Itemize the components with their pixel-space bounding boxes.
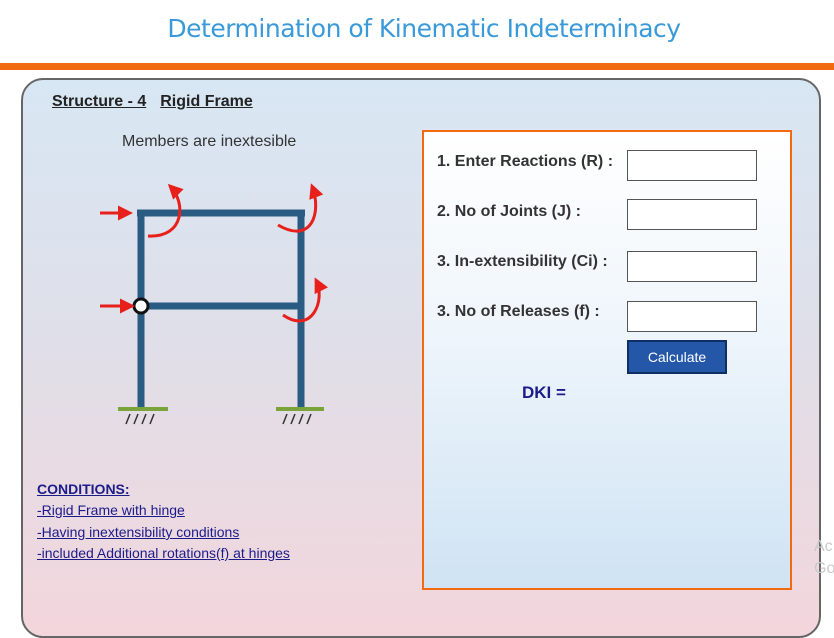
dki-result: DKI = xyxy=(522,383,566,402)
watermark-line: Ac xyxy=(814,538,833,555)
page-title: Determination of Kinematic Indeterminacy xyxy=(167,14,681,43)
inextensibility-label: 3. In-extensibility (Ci) : xyxy=(437,253,608,270)
rotation-arrow-icon xyxy=(147,183,329,323)
releases-label: 3. No of Releases (f) : xyxy=(437,303,600,320)
structure-heading: Structure - 4 Rigid Frame xyxy=(52,93,253,111)
left-support-icon xyxy=(118,407,168,425)
reactions-input[interactable] xyxy=(627,150,757,181)
inextensibility-input[interactable] xyxy=(627,251,757,282)
condition-item[interactable]: -included Additional rotations(f) at hin… xyxy=(37,545,290,561)
header-divider xyxy=(0,63,834,70)
horizontal-arrow-icon xyxy=(100,205,135,314)
joints-label: 2. No of Joints (J) : xyxy=(437,203,581,220)
right-support-icon xyxy=(276,407,324,425)
reactions-label: 1. Enter Reactions (R) : xyxy=(437,153,614,170)
condition-item[interactable]: -Rigid Frame with hinge xyxy=(37,502,185,518)
frame-members xyxy=(137,209,305,407)
condition-item[interactable]: -Having inextensibility conditions xyxy=(37,524,239,540)
structure-number-label: Structure - 4 xyxy=(52,93,147,110)
conditions-title: CONDITIONS: xyxy=(37,481,130,497)
releases-input[interactable] xyxy=(627,301,757,332)
structure-type-label: Rigid Frame xyxy=(160,93,253,110)
joints-input[interactable] xyxy=(627,199,757,230)
inextensible-note: Members are inextesible xyxy=(122,133,297,150)
rigid-frame-diagram xyxy=(100,183,329,425)
watermark-line: Go xyxy=(814,560,834,577)
calculate-button[interactable]: Calculate xyxy=(627,340,727,374)
hinge-icon xyxy=(132,297,150,315)
